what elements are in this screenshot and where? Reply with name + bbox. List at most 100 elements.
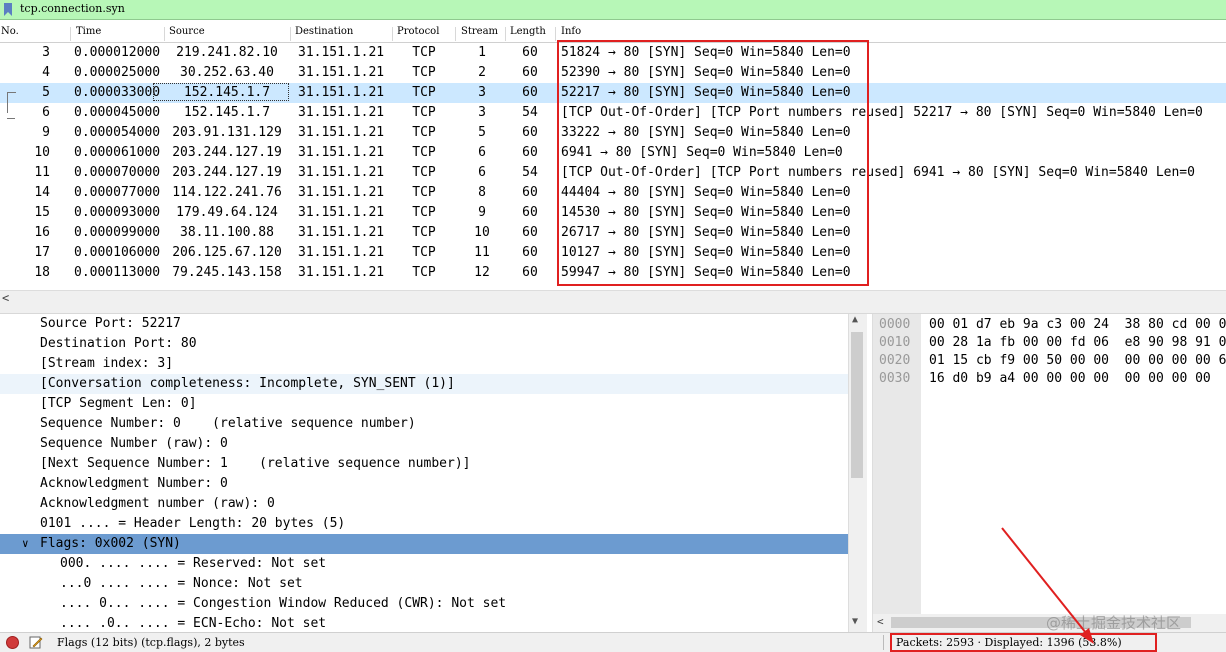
column-header-info[interactable]: Info: [561, 26, 581, 37]
tree-field-text: [Next Sequence Number: 1 (relative seque…: [40, 456, 471, 471]
packet-cell-time: 0.000045000: [74, 105, 161, 120]
packet-cell-time: 0.000099000: [74, 225, 161, 240]
packet-cell-no: 9: [42, 125, 50, 140]
packet-cell-src: 179.49.64.124: [176, 205, 278, 220]
tree-field-text: Sequence Number (raw): 0: [40, 436, 228, 451]
packet-cell-proto: TCP: [412, 45, 436, 60]
packet-cell-src: 79.245.143.158: [172, 265, 282, 280]
display-filter-input[interactable]: tcp.connection.syn: [20, 2, 125, 15]
column-header-destination[interactable]: Destination: [295, 26, 353, 37]
packet-cell-dst: 31.151.1.21: [298, 105, 385, 120]
packet-cell-dst: 31.151.1.21: [298, 145, 385, 160]
packet-cell-src: 38.11.100.88: [180, 225, 274, 240]
tree-field[interactable]: Source Port: 52217: [0, 314, 848, 334]
packet-cell-dst: 31.151.1.21: [298, 265, 385, 280]
packet-cell-dst: 31.151.1.21: [298, 185, 385, 200]
tree-field[interactable]: [Next Sequence Number: 1 (relative seque…: [0, 454, 848, 474]
packet-details-pane[interactable]: Source Port: 52217 Destination Port: 80 [S…: [0, 314, 848, 632]
column-header-time[interactable]: Time: [76, 26, 101, 37]
tree-field[interactable]: 000. .... .... = Reserved: Not set: [0, 554, 848, 574]
column-header-protocol[interactable]: Protocol: [397, 26, 439, 37]
related-packet-bracket-end: [7, 118, 15, 119]
bookmark-icon[interactable]: [3, 3, 13, 16]
packet-cell-proto: TCP: [412, 85, 436, 100]
packet-cell-time: 0.000113000: [74, 265, 161, 280]
tree-field-text: Sequence Number: 0 (relative sequence nu…: [40, 416, 416, 431]
packet-cell-time: 0.000093000: [74, 205, 161, 220]
scrollbar-thumb[interactable]: [851, 332, 863, 478]
tree-field[interactable]: [Stream index: 3]: [0, 354, 848, 374]
expert-info-icon[interactable]: [6, 636, 19, 649]
packet-cell-stream: 3: [478, 85, 486, 100]
display-filter-bar[interactable]: tcp.connection.syn: [0, 0, 1226, 20]
packet-cell-src: 203.244.127.19: [172, 145, 282, 160]
column-header-no[interactable]: No.: [1, 26, 19, 37]
packet-cell-dst: 31.151.1.21: [298, 45, 385, 60]
tree-field[interactable]: [TCP Segment Len: 0]: [0, 394, 848, 414]
related-packet-bracket: [7, 92, 16, 113]
tree-field[interactable]: [Conversation completeness: Incomplete, …: [0, 374, 848, 394]
scroll-left-icon[interactable]: <: [2, 291, 9, 305]
packet-cell-proto: TCP: [412, 265, 436, 280]
packet-cell-stream: 5: [478, 125, 486, 140]
hex-bytes: 16 d0 b9 a4 00 00 00 00 00 00 00 00: [929, 371, 1211, 386]
tree-field[interactable]: .... .0.. .... = ECN-Echo: Not set: [0, 614, 848, 632]
packet-cell-no: 4: [42, 65, 50, 80]
packet-cell-len: 60: [522, 145, 538, 160]
packet-cell-proto: TCP: [412, 205, 436, 220]
hex-offset: 0020: [879, 353, 911, 368]
tree-field[interactable]: Acknowledgment Number: 0: [0, 474, 848, 494]
tree-field-text: Source Port: 52217: [40, 316, 181, 331]
packet-cell-no: 3: [42, 45, 50, 60]
tree-field[interactable]: 0101 .... = Header Length: 20 bytes (5): [0, 514, 848, 534]
hex-offset: 0030: [879, 371, 911, 386]
packet-cell-len: 60: [522, 85, 538, 100]
tree-field-text: Destination Port: 80: [40, 336, 197, 351]
packet-cell-stream: 11: [474, 245, 490, 260]
tree-field-text: [Conversation completeness: Incomplete, …: [40, 376, 455, 391]
pane-divider[interactable]: [0, 306, 1226, 314]
packet-cell-len: 60: [522, 125, 538, 140]
packet-cell-no: 15: [34, 205, 50, 220]
tree-field[interactable]: Sequence Number (raw): 0: [0, 434, 848, 454]
tree-field[interactable]: ...0 .... .... = Nonce: Not set: [0, 574, 848, 594]
scroll-left-icon[interactable]: <: [877, 615, 884, 628]
scroll-up-icon[interactable]: ▲: [852, 314, 858, 325]
packet-cell-len: 60: [522, 65, 538, 80]
packet-cell-time: 0.000077000: [74, 185, 161, 200]
column-header-stream[interactable]: Stream: [461, 26, 498, 37]
packet-cell-len: 60: [522, 45, 538, 60]
packet-cell-stream: 6: [478, 165, 486, 180]
packet-cell-stream: 3: [478, 105, 486, 120]
packet-cell-dst: 31.151.1.21: [298, 85, 385, 100]
packet-cell-stream: 12: [474, 265, 490, 280]
tree-node-flags[interactable]: ∨ Flags: 0x002 (SYN): [0, 534, 848, 554]
column-header-source[interactable]: Source: [169, 26, 205, 37]
packet-cell-time: 0.000061000: [74, 145, 161, 160]
packet-list-horizontal-scrollbar[interactable]: <: [0, 290, 1226, 307]
packet-cell-stream: 10: [474, 225, 490, 240]
chevron-down-icon[interactable]: ∨: [22, 534, 29, 554]
packet-cell-src: 206.125.67.120: [172, 245, 282, 260]
info-column-annotation-box: [557, 40, 869, 286]
hex-offset: 0000: [879, 317, 911, 332]
packet-cell-no: 17: [34, 245, 50, 260]
packet-cell-time: 0.000012000: [74, 45, 161, 60]
packet-cell-src: 152.145.1.7: [183, 105, 271, 120]
column-header-length[interactable]: Length: [510, 26, 546, 37]
packet-cell-stream: 9: [478, 205, 486, 220]
packet-cell-stream: 6: [478, 145, 486, 160]
tree-field[interactable]: Sequence Number: 0 (relative sequence nu…: [0, 414, 848, 434]
tree-field[interactable]: .... 0... .... = Congestion Window Reduc…: [0, 594, 848, 614]
scroll-down-icon[interactable]: ▼: [852, 616, 858, 627]
details-vertical-scrollbar[interactable]: ▲ ▼: [848, 314, 867, 632]
edit-comment-icon[interactable]: [29, 635, 43, 649]
packet-cell-time: 0.000106000: [74, 245, 161, 260]
packet-cell-time: 0.000025000: [74, 65, 161, 80]
tree-field[interactable]: Destination Port: 80: [0, 334, 848, 354]
tree-field[interactable]: Acknowledgment number (raw): 0: [0, 494, 848, 514]
hex-bytes: 00 01 d7 eb 9a c3 00 24 38 80 cd 00 0: [929, 317, 1226, 332]
packet-cell-src: 30.252.63.40: [180, 65, 274, 80]
packet-cell-proto: TCP: [412, 105, 436, 120]
packet-cell-no: 16: [34, 225, 50, 240]
